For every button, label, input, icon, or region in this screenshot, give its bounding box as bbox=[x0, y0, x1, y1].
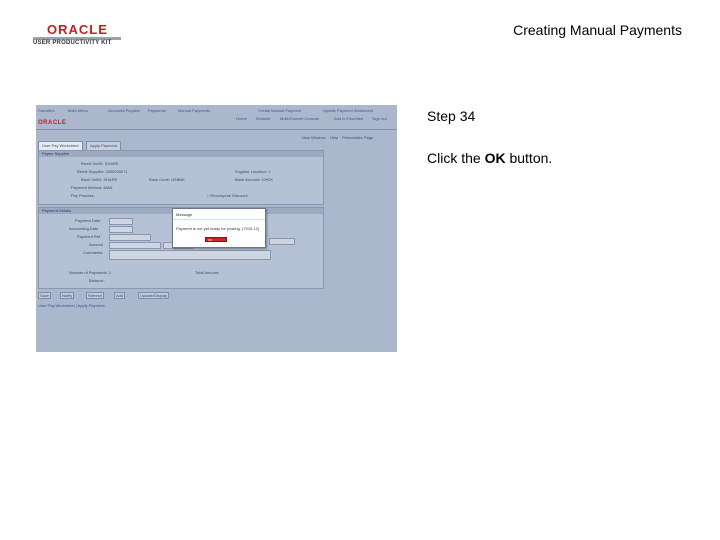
payment-panel-title: Payment Details bbox=[42, 208, 72, 213]
link-help[interactable]: Help bbox=[330, 135, 338, 140]
payee-panel-title: Payee Supplier bbox=[42, 151, 70, 156]
logo-subtitle: USER PRODUCTIVITY KIT bbox=[33, 40, 112, 46]
comments-textarea[interactable] bbox=[109, 250, 271, 260]
link-personalize[interactable]: Personalize Page bbox=[342, 135, 373, 140]
field-remit-setid: Remit SetID: SHARE bbox=[81, 161, 119, 166]
ok-button[interactable]: OK bbox=[205, 237, 227, 242]
update-display-button[interactable]: Update/Display bbox=[138, 292, 170, 299]
top-nav: Favorites Main Menu Accounts Payable Pay… bbox=[38, 108, 394, 114]
field-number-of-payments: Number of Payments: 1 bbox=[69, 270, 112, 275]
dialog-message: Payment is not yet ready for posting. (7… bbox=[176, 226, 260, 231]
field-total-amount: Total Amount: bbox=[195, 270, 220, 275]
add-button[interactable]: Add bbox=[114, 292, 126, 299]
instruction-bold: OK bbox=[484, 150, 506, 166]
link-home[interactable]: Home bbox=[236, 116, 247, 121]
nav-manual-payments[interactable]: Manual Payments bbox=[178, 108, 210, 113]
field-bank-setid: Bank SetID: SHARE bbox=[81, 177, 118, 182]
accounting-date-input[interactable] bbox=[109, 226, 133, 233]
payment-date-input[interactable] bbox=[109, 218, 133, 225]
instruction-text: Click the OK button. bbox=[427, 150, 552, 166]
field-balance: Balance: bbox=[89, 278, 105, 283]
label-payment-ref: Payment Ref bbox=[77, 234, 101, 239]
field-pay-process: Pay Process: bbox=[71, 193, 95, 198]
field-bank-account: Bank Account: CHCK bbox=[235, 177, 274, 182]
link-worklist[interactable]: Worklist bbox=[256, 116, 270, 121]
dialog-divider bbox=[173, 219, 265, 220]
payment-ref-input[interactable] bbox=[109, 234, 151, 241]
dialog-title: Message bbox=[176, 212, 193, 217]
instruction-suffix: button. bbox=[505, 150, 553, 166]
header-divider bbox=[36, 129, 397, 130]
message-dialog: Message Payment is not yet ready for pos… bbox=[172, 208, 266, 248]
refresh-button[interactable]: Refresh bbox=[86, 292, 105, 299]
slide-title: Creating Manual Payments bbox=[513, 22, 682, 38]
label-amount: Amount bbox=[89, 242, 103, 247]
nav-create-manual-payment[interactable]: Create Manual Payment bbox=[258, 108, 301, 113]
link-sign-out[interactable]: Sign out bbox=[372, 116, 387, 121]
field-payment-method: Payment Method: MAN bbox=[71, 185, 113, 190]
logo-brand: ORACLE bbox=[47, 22, 108, 37]
label-payment-date: Payment Date bbox=[75, 218, 101, 223]
link-new-window[interactable]: New Window bbox=[302, 135, 325, 140]
aux-input[interactable] bbox=[269, 238, 295, 245]
nav-payments[interactable]: Payments bbox=[148, 108, 166, 113]
app-logo: ORACLE bbox=[38, 120, 67, 126]
footer-links[interactable]: User Pay Worksheet | Apply Payment bbox=[38, 303, 105, 308]
field-bank-code: Bank Code: USBNK bbox=[149, 177, 185, 182]
label-accounting-date: Accounting Date bbox=[69, 226, 99, 231]
amount-input[interactable] bbox=[109, 242, 161, 249]
instruction-prefix: Click the bbox=[427, 150, 485, 166]
bottom-toolbar: Save Notify Refresh Add Update/Display bbox=[38, 291, 208, 299]
app-screenshot: Favorites Main Menu Accounts Payable Pay… bbox=[36, 105, 397, 352]
field-remit-supplier: Remit Supplier: 0000000071 bbox=[77, 169, 128, 174]
nav-favorites[interactable]: Favorites bbox=[38, 108, 54, 113]
checkbox-recompute-discount[interactable]: □ Recompute Discount bbox=[207, 193, 248, 198]
save-button[interactable]: Save bbox=[38, 292, 52, 299]
label-comments: Comments bbox=[83, 250, 103, 255]
link-favorites[interactable]: Add to Favorites bbox=[334, 116, 363, 121]
payee-panel-header: Payee Supplier bbox=[39, 151, 323, 157]
step-label: Step 34 bbox=[427, 108, 476, 124]
notify-button[interactable]: Notify bbox=[60, 292, 75, 299]
link-multichannel[interactable]: MultiChannel Console bbox=[280, 116, 319, 121]
payee-panel: Payee Supplier Remit SetID: SHARE Remit … bbox=[38, 150, 324, 205]
nav-main-menu[interactable]: Main Menu bbox=[68, 108, 88, 113]
nav-update-worksheet[interactable]: Update Payment Worksheet bbox=[323, 108, 373, 113]
oracle-upk-logo: ORACLE USER PRODUCTIVITY KIT bbox=[33, 22, 125, 48]
field-supplier-location: Supplier Location: 1 bbox=[235, 169, 271, 174]
nav-accounts-payable[interactable]: Accounts Payable bbox=[108, 108, 140, 113]
ok-button-label: OK bbox=[208, 238, 213, 242]
